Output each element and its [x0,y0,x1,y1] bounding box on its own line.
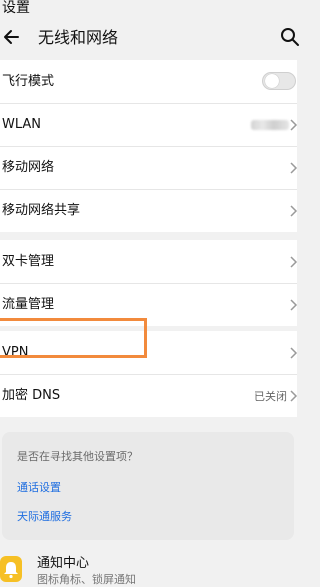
page-title: 无线和网络 [38,28,119,47]
airplane-mode-row[interactable]: 飞行模式 [0,60,297,103]
notification-center-subtitle: 图标角标、锁屏通知 [37,573,136,586]
notification-center-title[interactable]: 通知中心 [37,556,89,572]
wlan-status-blurred [251,120,289,130]
tethering-row[interactable]: 移动网络共享 [0,189,298,232]
toggle-knob [265,74,279,88]
bell-icon [4,562,18,579]
wlan-row[interactable]: WLAN [0,103,298,146]
top-bar: 设置 无线和网络 [0,0,300,58]
tianjitong-service-link[interactable]: 天际通服务 [17,508,72,524]
suggestions-title: 是否在寻找其他设置项？ [17,450,138,463]
chevron-right-icon [290,390,298,402]
airplane-mode-label: 飞行模式 [2,73,55,89]
back-arrow-icon [4,30,19,44]
notification-center-icon [0,556,22,582]
search-button[interactable] [280,27,300,47]
chevron-right-icon [290,162,298,174]
chevron-right-icon [290,119,298,131]
dual-sim-label: 双卡管理 [2,253,55,269]
app-label: 设置 [2,0,30,16]
suggestions-box: 是否在寻找其他设置项？ 通话设置 天际通服务 [2,432,294,540]
chevron-right-icon [290,255,298,268]
network-settings-group-1: 飞行模式 WLAN 移动网络 移动网络共享 [0,60,298,232]
mobile-network-row[interactable]: 移动网络 [0,146,298,189]
private-dns-status: 已关闭 [254,390,287,403]
back-button[interactable] [2,27,22,47]
data-usage-label: 流量管理 [2,297,55,312]
call-settings-link[interactable]: 通话设置 [17,479,61,495]
private-dns-row[interactable]: 加密 DNS 已关闭 [0,374,298,417]
chevron-right-icon [290,346,298,359]
chevron-right-icon [290,299,298,311]
dual-sim-row[interactable]: 双卡管理 [0,240,298,283]
airplane-mode-toggle[interactable] [262,72,296,90]
chevron-right-icon [290,205,298,217]
private-dns-label: 加密 DNS [2,388,61,403]
tethering-label: 移动网络共享 [2,203,81,218]
mobile-network-label: 移动网络 [2,160,55,175]
wlan-label: WLAN [2,117,42,132]
vpn-highlight-box [0,318,147,358]
network-settings-group-2: 双卡管理 流量管理 [0,240,298,326]
search-icon [281,28,299,46]
